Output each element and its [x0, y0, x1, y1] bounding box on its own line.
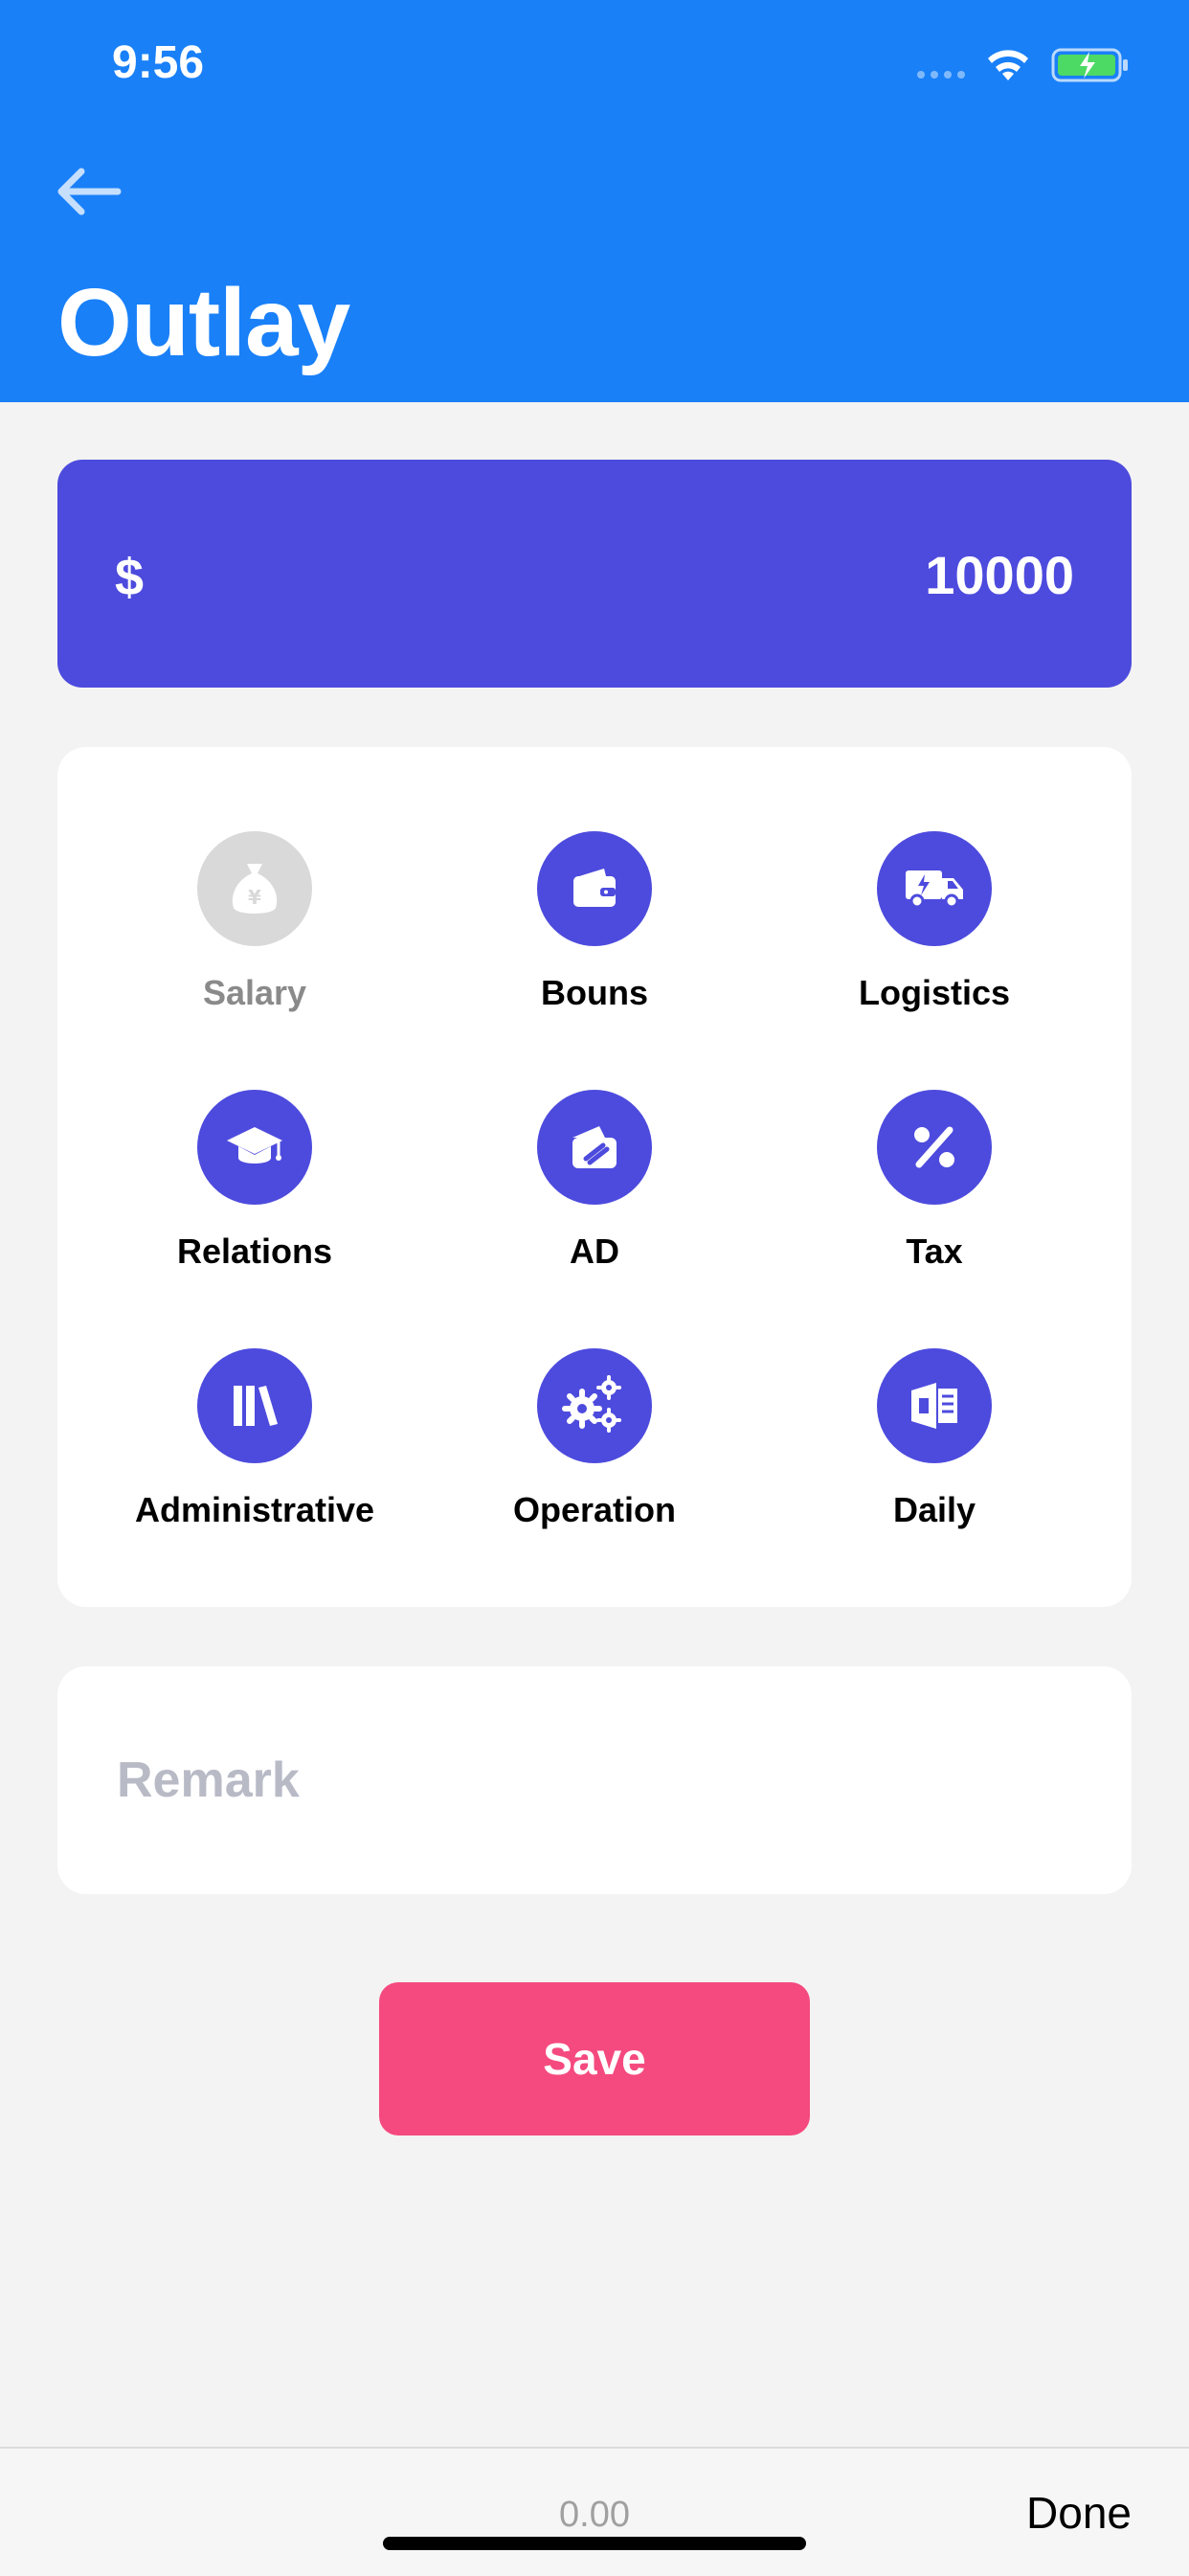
status-time: 9:56 [112, 37, 205, 88]
category-tax[interactable]: Tax [772, 1090, 1097, 1272]
category-ad[interactable]: AD [432, 1090, 757, 1272]
battery-charging-icon [1051, 48, 1128, 82]
category-daily[interactable]: Daily [772, 1348, 1097, 1530]
done-button[interactable]: Done [1026, 2487, 1132, 2539]
remark-input[interactable] [115, 1751, 1076, 1810]
category-label: Administrative [134, 1490, 375, 1529]
amount-value: 10000 [925, 545, 1074, 605]
category-administrative[interactable]: Administrative [92, 1348, 417, 1530]
category-label: Bouns [541, 973, 648, 1012]
category-relations[interactable]: Relations [92, 1090, 417, 1272]
amount-field[interactable]: $ 10000 [57, 460, 1132, 688]
category-label: Tax [906, 1232, 963, 1271]
back-arrow-icon[interactable] [53, 158, 129, 225]
currency-symbol: $ [115, 549, 145, 606]
delivery-truck-icon [877, 831, 992, 946]
category-grid: ¥ Salary Bouns Logistics Relations AD Ta… [57, 747, 1132, 1607]
category-bouns[interactable]: Bouns [432, 831, 757, 1013]
office-doc-icon [877, 1348, 992, 1463]
category-operation[interactable]: Operation [432, 1348, 757, 1530]
save-button[interactable]: Save [379, 1982, 810, 2135]
category-label: Operation [512, 1490, 676, 1529]
category-logistics[interactable]: Logistics [772, 831, 1097, 1013]
remark-card [57, 1666, 1132, 1894]
category-label: Daily [892, 1490, 976, 1529]
keyboard-preview-value: 0.00 [559, 2495, 630, 2535]
page-title: Outlay [57, 269, 350, 376]
gears-icon [537, 1348, 652, 1463]
wifi-icon [988, 50, 1028, 80]
percent-icon [877, 1090, 992, 1205]
category-label: AD [570, 1232, 619, 1271]
wallet-icon [537, 831, 652, 946]
books-icon [197, 1348, 312, 1463]
money-bag-icon: ¥ [197, 831, 312, 946]
category-label: Logistics [858, 973, 1011, 1012]
ad-card-icon [537, 1090, 652, 1205]
category-label: Salary [202, 973, 307, 1012]
header-bar: 9:56 Outlay [0, 0, 1189, 402]
graduation-cap-icon [197, 1090, 312, 1205]
cellular-signal-icon [917, 71, 965, 79]
category-salary[interactable]: ¥ Salary [92, 831, 417, 1013]
category-label: Relations [176, 1232, 333, 1271]
home-indicator[interactable] [383, 2537, 806, 2550]
svg-text:¥: ¥ [248, 886, 261, 909]
keyboard-toolbar: 0.00 Done [0, 2447, 1189, 2576]
